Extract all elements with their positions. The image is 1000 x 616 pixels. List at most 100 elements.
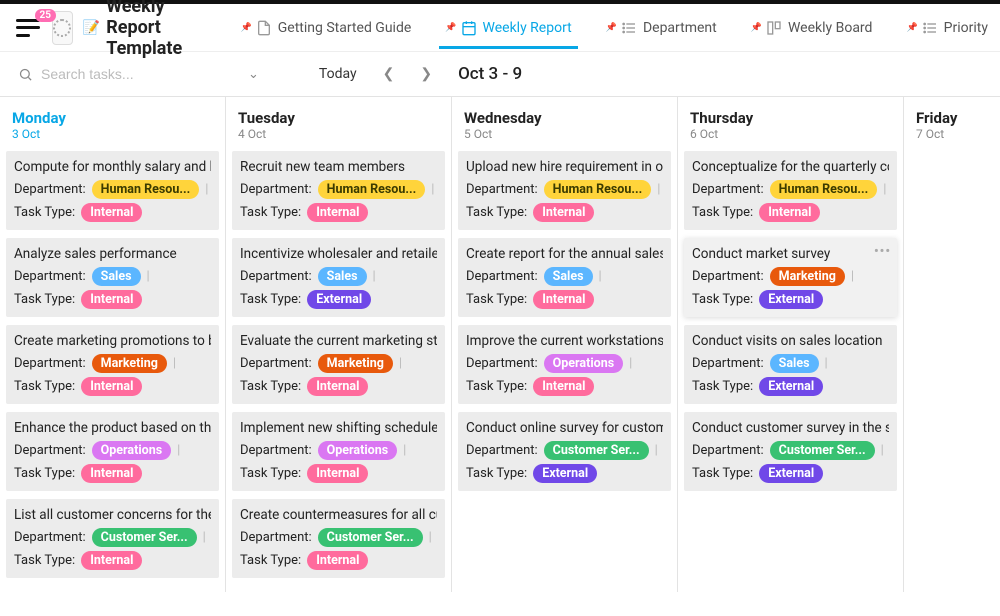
tab-weekly-board[interactable]: 📌 Weekly Board: [749, 7, 875, 48]
day-name: Tuesday: [238, 109, 439, 127]
edit-icon: 📝: [83, 20, 100, 36]
task-title: Conduct customer survey in the sale: [692, 420, 889, 436]
dept-label: Department:: [466, 356, 538, 371]
day-date: 5 Oct: [464, 127, 665, 141]
dept-pill: Marketing: [92, 354, 167, 373]
tab-weekly-report[interactable]: 📌 Weekly Report: [443, 7, 573, 48]
task-card[interactable]: Create marketing promotions to boostDepa…: [6, 325, 219, 404]
tasktype-pill: Internal: [81, 377, 142, 396]
tasktype-label: Task Type:: [692, 379, 753, 394]
tasktype-label: Task Type:: [692, 292, 753, 307]
dept-pill: Sales: [544, 267, 593, 286]
task-card[interactable]: Create report for the annual salesDepart…: [458, 238, 671, 317]
dept-label: Department:: [240, 356, 312, 371]
dept-pill: Customer Ser...: [544, 441, 649, 460]
tasktype-label: Task Type:: [466, 466, 527, 481]
dept-label: Department:: [14, 530, 86, 545]
tasktype-label: Task Type:: [692, 205, 753, 220]
dept-label: Department:: [240, 269, 312, 284]
dept-label: Department:: [466, 269, 538, 284]
dept-pill: Human Resou...: [770, 180, 878, 199]
dept-pill: Customer Ser...: [92, 528, 197, 547]
search-dropdown[interactable]: ⌄: [242, 63, 265, 86]
tasktype-pill: Internal: [533, 290, 594, 309]
pin-icon: 📌: [241, 23, 252, 33]
list-icon: [922, 20, 938, 36]
task-card[interactable]: Conduct visits on sales locationDepartme…: [684, 325, 897, 404]
nav-tabs: 📌 Getting Started Guide 📌 Weekly Report …: [239, 7, 990, 48]
task-title: Conduct online survey for customer: [466, 420, 663, 436]
pin-icon: 📌: [445, 23, 456, 33]
tasktype-label: Task Type:: [14, 205, 75, 220]
card-menu[interactable]: •••: [874, 244, 891, 259]
tasktype-pill: External: [759, 290, 823, 309]
menu-button[interactable]: [16, 19, 40, 37]
tasktype-label: Task Type:: [466, 205, 527, 220]
today-button[interactable]: Today: [313, 62, 363, 86]
tasktype-pill: Internal: [307, 203, 368, 222]
task-card[interactable]: Recruit new team membersDepartment: Huma…: [232, 151, 445, 230]
tab-getting-started[interactable]: 📌 Getting Started Guide: [239, 7, 414, 48]
task-card[interactable]: List all customer concerns for the mDepa…: [6, 499, 219, 578]
dept-label: Department:: [692, 443, 764, 458]
tasktype-label: Task Type:: [240, 466, 301, 481]
dept-label: Department:: [240, 530, 312, 545]
task-card[interactable]: Upload new hire requirement in officDepa…: [458, 151, 671, 230]
task-card[interactable]: Implement new shifting schedule toDepart…: [232, 412, 445, 491]
tasktype-label: Task Type:: [14, 466, 75, 481]
tasktype-pill: Internal: [307, 377, 368, 396]
dept-label: Department:: [14, 182, 86, 197]
next-week[interactable]: ❯: [414, 62, 438, 86]
dept-label: Department:: [240, 182, 312, 197]
week-board: Monday3 OctCompute for monthly salary an…: [0, 96, 1000, 592]
date-range: Oct 3 - 9: [458, 64, 522, 84]
tasktype-label: Task Type:: [240, 292, 301, 307]
task-card[interactable]: Enhance the product based on the lDepart…: [6, 412, 219, 491]
task-card[interactable]: Conduct online survey for customerDepart…: [458, 412, 671, 491]
list-icon: [621, 20, 637, 36]
tasktype-label: Task Type:: [240, 553, 301, 568]
dept-pill: Operations: [318, 441, 398, 460]
dept-pill: Customer Ser...: [770, 441, 875, 460]
task-card[interactable]: Improve the current workstations foDepar…: [458, 325, 671, 404]
day-name: Wednesday: [464, 109, 665, 127]
day-name: Monday: [12, 109, 213, 127]
doc-icon: [256, 20, 272, 36]
task-card[interactable]: Incentivize wholesaler and retailers tDe…: [232, 238, 445, 317]
tasktype-pill: Internal: [307, 464, 368, 483]
task-title: Enhance the product based on the l: [14, 420, 211, 436]
dept-pill: Customer Ser...: [318, 528, 423, 547]
task-card[interactable]: Evaluate the current marketing statuDepa…: [232, 325, 445, 404]
pin-icon: 📌: [906, 23, 917, 33]
dept-pill: Human Resou...: [318, 180, 426, 199]
day-date: 6 Oct: [690, 127, 891, 141]
tab-priority[interactable]: 📌 Priority: [904, 7, 990, 48]
day-name: Thursday: [690, 109, 891, 127]
tasktype-label: Task Type:: [240, 379, 301, 394]
tab-department[interactable]: 📌 Department: [604, 7, 719, 48]
dept-pill: Marketing: [318, 354, 393, 373]
tasktype-pill: External: [533, 464, 597, 483]
tasktype-label: Task Type:: [692, 466, 753, 481]
task-card[interactable]: •••Conduct market surveyDepartment: Mark…: [684, 238, 897, 317]
task-title: Create marketing promotions to boost: [14, 333, 211, 349]
task-card[interactable]: Conceptualize for the quarterly com Depar…: [684, 151, 897, 230]
day-date: 4 Oct: [238, 127, 439, 141]
pin-icon: 📌: [606, 23, 617, 33]
dept-label: Department:: [240, 443, 312, 458]
search-input[interactable]: [41, 66, 228, 82]
dept-label: Department:: [692, 182, 764, 197]
task-card[interactable]: Analyze sales performanceDepartment: Sal…: [6, 238, 219, 317]
task-card[interactable]: Create countermeasures for all custoDepa…: [232, 499, 445, 578]
day-column: Monday3 OctCompute for monthly salary an…: [0, 97, 226, 592]
tasktype-label: Task Type:: [14, 379, 75, 394]
board-icon: [766, 20, 782, 36]
task-card[interactable]: Conduct customer survey in the sale Depar…: [684, 412, 897, 491]
task-title: Conceptualize for the quarterly com: [692, 159, 889, 175]
task-title: Conduct market survey: [692, 246, 889, 262]
tasktype-pill: Internal: [533, 377, 594, 396]
pin-icon: 📌: [751, 23, 762, 33]
task-card[interactable]: Compute for monthly salary and benefitsD…: [6, 151, 219, 230]
notification-badge: 25: [35, 9, 56, 22]
prev-week[interactable]: ❮: [377, 62, 401, 86]
